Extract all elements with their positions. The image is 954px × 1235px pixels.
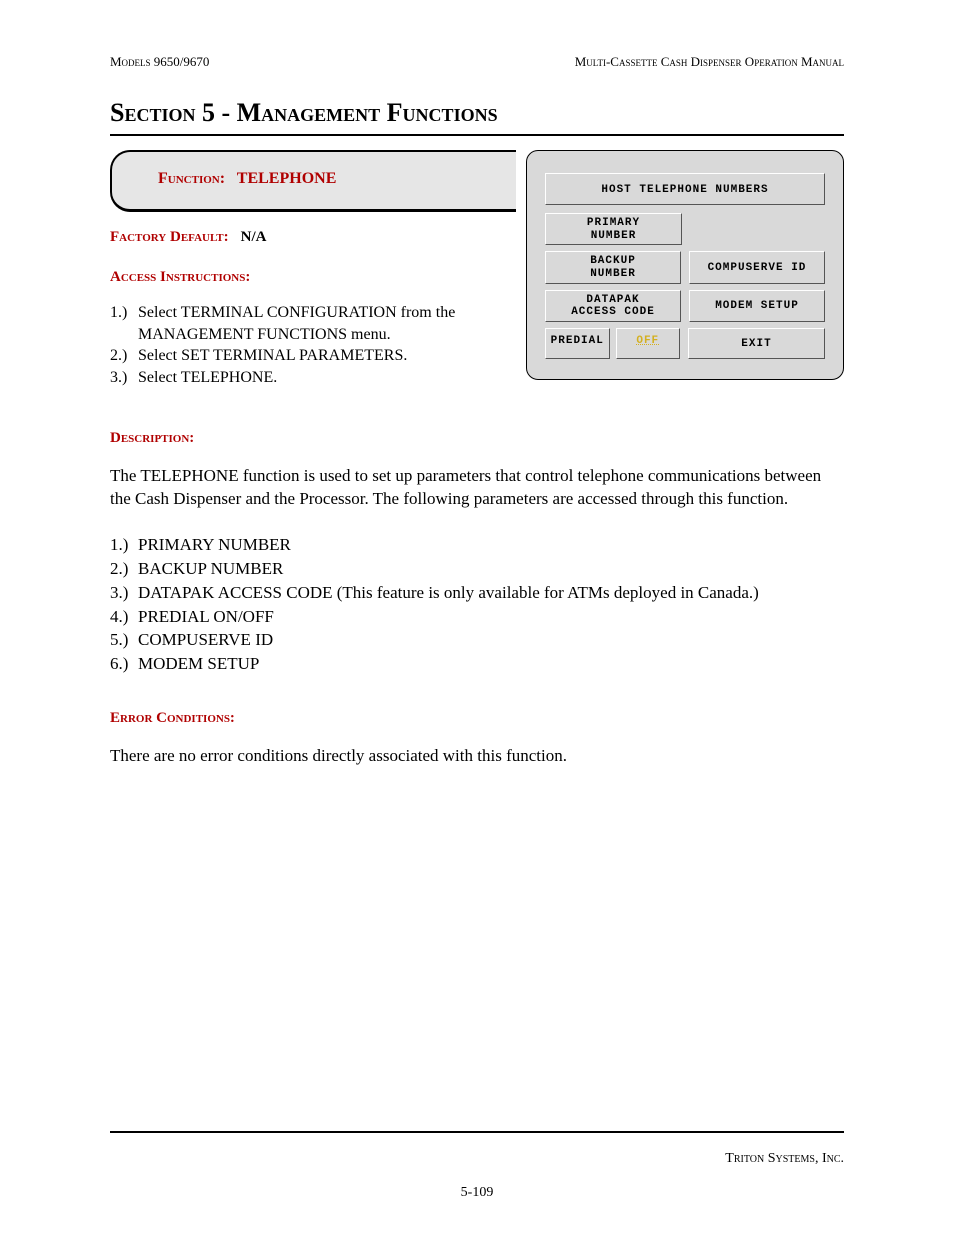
terminal-screen: HOST TELEPHONE NUMBERS PRIMARY NUMBER BA… — [526, 150, 844, 380]
instruction-item: 2.) Select SET TERMINAL PARAMETERS. — [110, 345, 516, 367]
page-footer: Triton Systems, Inc. 5-109 — [110, 1131, 844, 1201]
description-text: The TELEPHONE function is used to set up… — [110, 465, 844, 511]
function-label-value: TELEPHONE — [237, 170, 337, 187]
factory-default-row: Factory Default: N/A — [110, 228, 516, 246]
description-label: Description: — [110, 430, 844, 447]
error-conditions-label: Error Conditions: — [110, 710, 844, 727]
modem-setup-button[interactable]: MODEM SETUP — [689, 290, 825, 322]
parameter-item: 3.)DATAPAK ACCESS CODE (This feature is … — [110, 581, 844, 605]
error-conditions-text: There are no error conditions directly a… — [110, 745, 844, 768]
compuserve-id-button[interactable]: COMPUSERVE ID — [689, 251, 825, 283]
instruction-item: 3.) Select TELEPHONE. — [110, 367, 516, 389]
parameter-list: 1.)PRIMARY NUMBER 2.)BACKUP NUMBER 3.)DA… — [110, 533, 844, 676]
screen-title: HOST TELEPHONE NUMBERS — [545, 173, 825, 205]
header-left: Models 9650/9670 — [110, 54, 209, 70]
factory-default-value: N/A — [241, 229, 267, 245]
access-instructions-list: 1.) Select TERMINAL CONFIGURATION from t… — [110, 302, 516, 388]
instruction-item: 1.) Select TERMINAL CONFIGURATION from t… — [110, 302, 516, 345]
section-divider — [110, 134, 844, 136]
function-box: Function: TELEPHONE — [110, 150, 516, 212]
backup-number-button[interactable]: BACKUP NUMBER — [545, 251, 681, 283]
parameter-item: 2.)BACKUP NUMBER — [110, 557, 844, 581]
function-label-prefix: Function: — [158, 170, 225, 187]
footer-page-number: 5-109 — [110, 1185, 844, 1201]
screen-empty-slot — [690, 213, 825, 245]
parameter-item: 4.)PREDIAL ON/OFF — [110, 605, 844, 629]
predial-state: OFF — [616, 328, 681, 359]
header-right: Multi-Cassette Cash Dispenser Operation … — [575, 54, 844, 70]
parameter-item: 6.)MODEM SETUP — [110, 652, 844, 676]
factory-default-label: Factory Default: — [110, 229, 229, 245]
function-label: Function: TELEPHONE — [158, 170, 336, 188]
primary-number-button[interactable]: PRIMARY NUMBER — [545, 213, 682, 245]
parameter-item: 1.)PRIMARY NUMBER — [110, 533, 844, 557]
predial-button[interactable]: PREDIAL — [545, 328, 610, 359]
page-header: Models 9650/9670 Multi-Cassette Cash Dis… — [110, 54, 844, 70]
footer-divider — [110, 1131, 844, 1133]
parameter-item: 5.)COMPUSERVE ID — [110, 628, 844, 652]
access-instructions-label: Access Instructions: — [110, 269, 250, 285]
section-title: Section 5 - Management Functions — [110, 98, 844, 128]
footer-company: Triton Systems, Inc. — [110, 1151, 844, 1167]
exit-button[interactable]: EXIT — [688, 328, 825, 359]
datapak-access-code-button[interactable]: DATAPAK ACCESS CODE — [545, 290, 681, 322]
